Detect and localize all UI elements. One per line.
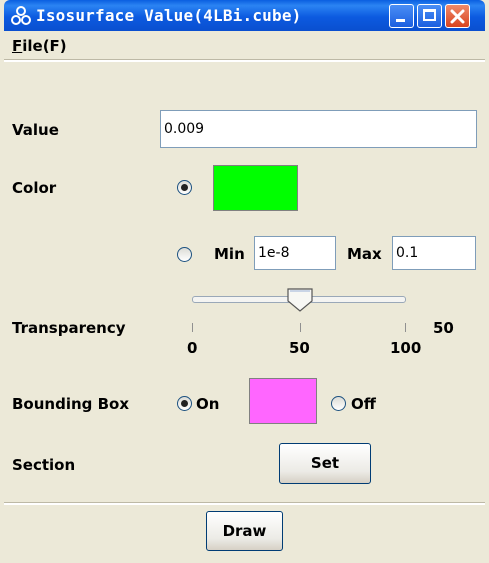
- minimize-button[interactable]: [389, 4, 414, 28]
- close-button[interactable]: [445, 4, 470, 28]
- color-fixed-radio[interactable]: [177, 180, 192, 195]
- close-icon: [450, 9, 465, 24]
- isosurface-window: Isosurface Value(4LBi.cube) File(F) Valu…: [4, 0, 485, 563]
- slider-tick: [300, 323, 301, 332]
- bbox-color-swatch[interactable]: [249, 378, 317, 424]
- bbox-on-label: On: [196, 395, 220, 413]
- color-label: Color: [12, 179, 57, 197]
- color-range-radio[interactable]: [177, 247, 192, 262]
- value-label: Value: [12, 121, 59, 139]
- slider-tick-label: 0: [187, 339, 198, 357]
- bbox-on-radio[interactable]: [177, 396, 192, 411]
- slider-tick: [192, 323, 193, 332]
- title-bar[interactable]: Isosurface Value(4LBi.cube): [4, 0, 485, 31]
- menu-file[interactable]: File(F): [12, 37, 67, 55]
- button-area-divider: [4, 502, 485, 505]
- min-label: Min: [214, 245, 245, 263]
- slider-tick-label: 50: [289, 339, 310, 357]
- minimize-icon: [396, 19, 405, 22]
- transparency-slider-thumb[interactable]: [287, 288, 313, 312]
- section-label: Section: [12, 456, 76, 474]
- menu-bar: File(F): [4, 31, 485, 60]
- window-title: Isosurface Value(4LBi.cube): [36, 6, 302, 25]
- transparency-value: 50: [433, 319, 454, 337]
- maximize-button[interactable]: [417, 4, 442, 28]
- maximize-icon: [423, 9, 436, 21]
- set-button[interactable]: Set: [279, 443, 371, 484]
- color-swatch[interactable]: [213, 165, 298, 211]
- slider-tick-label: 100: [390, 339, 422, 357]
- menu-divider: [4, 59, 485, 62]
- bounding-box-label: Bounding Box: [12, 395, 130, 413]
- draw-button[interactable]: Draw: [206, 511, 283, 551]
- bbox-off-radio[interactable]: [331, 396, 346, 411]
- min-field[interactable]: 1e-8: [254, 236, 336, 270]
- max-label: Max: [347, 245, 382, 263]
- molecule-icon: [10, 5, 32, 27]
- slider-tick: [405, 323, 406, 332]
- value-field[interactable]: 0.009: [160, 110, 477, 148]
- max-field[interactable]: 0.1: [392, 236, 476, 270]
- bbox-off-label: Off: [351, 395, 376, 413]
- transparency-label: Transparency: [12, 319, 126, 337]
